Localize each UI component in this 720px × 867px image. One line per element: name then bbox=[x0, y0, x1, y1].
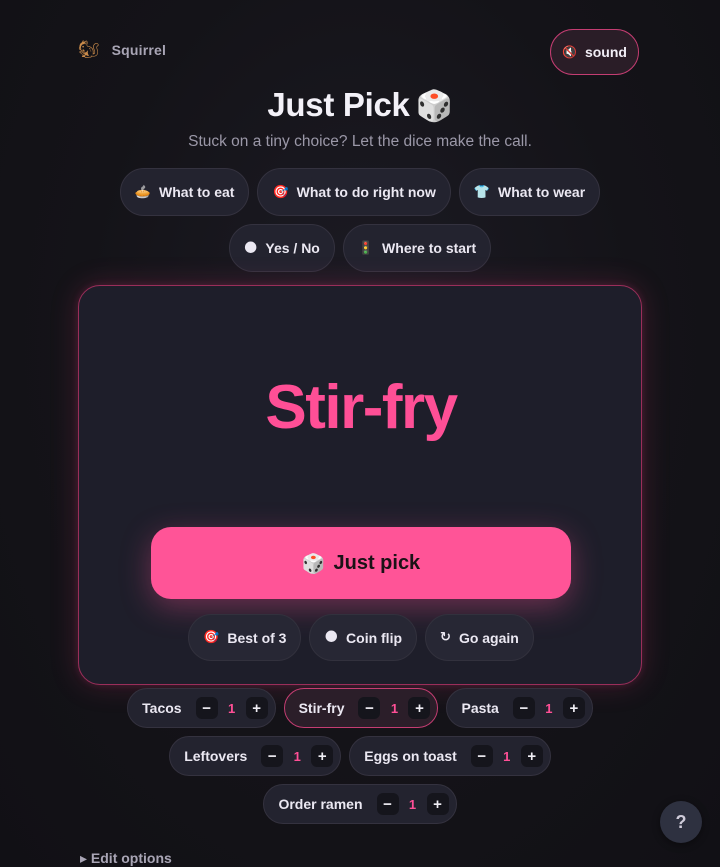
shirt-icon: 👕 bbox=[473, 184, 491, 200]
traffic-light-icon: 🚦 bbox=[357, 240, 375, 256]
best-of-3-label: Best of 3 bbox=[227, 629, 287, 646]
option-label[interactable]: Eggs on toast bbox=[364, 748, 457, 764]
decrement-button[interactable]: − bbox=[358, 697, 381, 719]
result-card: Stir-fry 🎲 Just pick 🎯 Best of 3 🌑 Coin … bbox=[78, 285, 642, 685]
option-label[interactable]: Stir-fry bbox=[299, 700, 345, 716]
coin-flip-button[interactable]: 🌑 Coin flip bbox=[309, 614, 418, 661]
category-label: What to wear bbox=[498, 184, 586, 200]
option-label[interactable]: Order ramen bbox=[278, 796, 362, 812]
target-icon: 🎯 bbox=[272, 184, 289, 200]
option-weight: 1 bbox=[293, 748, 301, 764]
option-order-ramen: Order ramen − 1 + bbox=[263, 784, 457, 824]
pie-icon: 🥧 bbox=[134, 184, 152, 200]
option-label[interactable]: Pasta bbox=[461, 700, 498, 716]
decrement-button[interactable]: − bbox=[470, 745, 493, 767]
go-again-button[interactable]: ↻ Go again bbox=[425, 614, 534, 661]
category-label: What to eat bbox=[159, 184, 235, 200]
increment-button[interactable]: + bbox=[311, 745, 334, 767]
category-what-to-do[interactable]: 🎯 What to do right now bbox=[257, 168, 451, 216]
mute-icon: 🔇 bbox=[562, 45, 577, 59]
dice-icon: 🎲 bbox=[415, 89, 453, 124]
option-pasta: Pasta − 1 + bbox=[446, 688, 593, 728]
option-label[interactable]: Tacos bbox=[142, 700, 181, 716]
moon-icon: 🌑 bbox=[243, 240, 258, 256]
result-text: Stir-fry bbox=[265, 373, 458, 442]
options-row: Order ramen − 1 + bbox=[0, 784, 720, 824]
option-eggs-on-toast: Eggs on toast − 1 + bbox=[349, 736, 551, 776]
just-pick-button[interactable]: 🎲 Just pick bbox=[151, 527, 571, 599]
page-title: Just Pick 🎲 bbox=[0, 86, 720, 124]
just-pick-label: Just pick bbox=[333, 551, 421, 574]
brand: 🐿 Squirrel bbox=[78, 40, 166, 60]
page-title-text: Just Pick bbox=[267, 86, 410, 123]
option-weight: 1 bbox=[503, 748, 511, 764]
sound-label: sound bbox=[584, 44, 627, 60]
edit-options-toggle[interactable]: ▸ Edit options bbox=[80, 850, 172, 867]
options-row: Tacos − 1 + Stir-fry − 1 + Pasta − 1 + bbox=[0, 688, 720, 728]
increment-button[interactable]: + bbox=[245, 697, 268, 719]
option-stir-fry: Stir-fry − 1 + bbox=[283, 688, 439, 728]
option-leftovers: Leftovers − 1 + bbox=[169, 736, 342, 776]
target-icon: 🎯 bbox=[203, 630, 220, 645]
category-what-to-eat[interactable]: 🥧 What to eat bbox=[119, 168, 250, 216]
category-label: Where to start bbox=[382, 240, 477, 256]
decrement-button[interactable]: − bbox=[512, 697, 535, 719]
squirrel-icon: 🐿 bbox=[78, 40, 100, 60]
help-button[interactable]: ? bbox=[660, 801, 702, 843]
sound-toggle-button[interactable]: 🔇 sound bbox=[550, 29, 639, 75]
increment-button[interactable]: + bbox=[562, 697, 585, 719]
category-row: 🥧 What to eat 🎯 What to do right now 👕 W… bbox=[0, 168, 720, 216]
option-weight: 1 bbox=[390, 700, 399, 716]
page-subtitle: Stuck on a tiny choice? Let the dice mak… bbox=[188, 133, 532, 150]
app-name: Squirrel bbox=[111, 42, 167, 58]
category-where-to-start[interactable]: 🚦 Where to start bbox=[342, 224, 492, 272]
best-of-3-button[interactable]: 🎯 Best of 3 bbox=[188, 614, 302, 661]
category-label: Yes / No bbox=[265, 240, 320, 256]
option-tacos: Tacos − 1 + bbox=[127, 688, 276, 728]
increment-button[interactable]: + bbox=[408, 697, 431, 719]
increment-button[interactable]: + bbox=[426, 793, 449, 815]
decrement-button[interactable]: − bbox=[376, 793, 399, 815]
moon-icon: 🌑 bbox=[324, 630, 339, 645]
reload-icon: ↻ bbox=[440, 630, 451, 645]
category-yes-no[interactable]: 🌑 Yes / No bbox=[228, 224, 335, 272]
option-weight: 1 bbox=[227, 700, 236, 716]
coin-flip-label: Coin flip bbox=[346, 629, 403, 646]
category-row: 🌑 Yes / No 🚦 Where to start bbox=[0, 224, 720, 272]
decrement-button[interactable]: − bbox=[195, 697, 218, 719]
category-what-to-wear[interactable]: 👕 What to wear bbox=[458, 168, 601, 216]
option-weight: 1 bbox=[408, 796, 417, 812]
category-label: What to do right now bbox=[296, 184, 436, 200]
pick-mode-row: 🎯 Best of 3 🌑 Coin flip ↻ Go again bbox=[79, 614, 643, 661]
go-again-label: Go again bbox=[458, 629, 519, 646]
options-row: Leftovers − 1 + Eggs on toast − 1 + bbox=[0, 736, 720, 776]
option-weight: 1 bbox=[545, 700, 553, 716]
increment-button[interactable]: + bbox=[520, 745, 543, 767]
dice-icon: 🎲 bbox=[301, 552, 326, 575]
decrement-button[interactable]: − bbox=[261, 745, 284, 767]
option-label[interactable]: Leftovers bbox=[184, 748, 247, 764]
